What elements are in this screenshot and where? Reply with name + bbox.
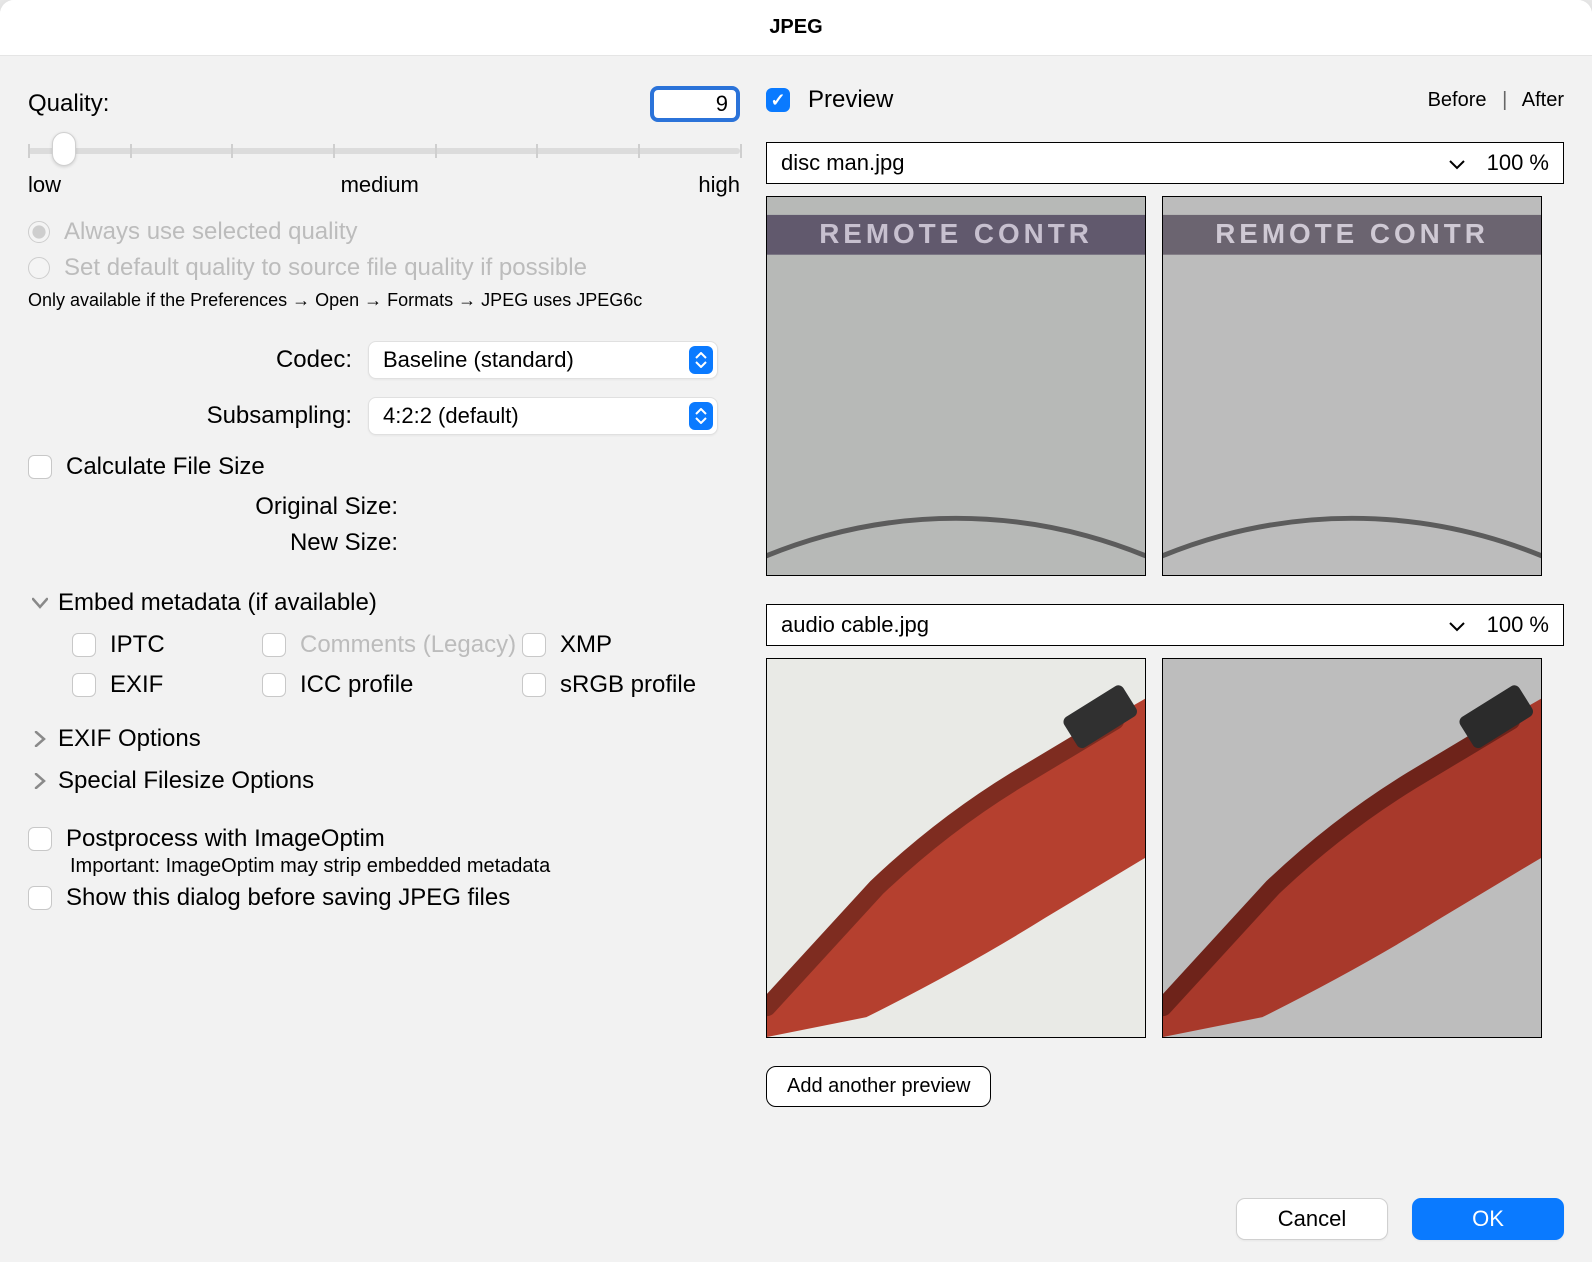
slider-medium-label: medium: [341, 172, 419, 198]
show-dialog-label: Show this dialog before saving JPEG file…: [66, 884, 510, 912]
preview-after-image[interactable]: [1162, 658, 1542, 1038]
quality-slider[interactable]: [28, 138, 740, 164]
updown-icon: [689, 346, 713, 374]
radio-default-label: Set default quality to source file quali…: [64, 254, 587, 282]
iptc-checkbox[interactable]: [72, 633, 96, 657]
exif-label: EXIF: [110, 671, 163, 699]
comments-checkbox: [262, 633, 286, 657]
subsampling-label: Subsampling:: [28, 402, 368, 430]
dialog-title: JPEG: [0, 0, 1592, 56]
svg-text:REMOTE CONTR: REMOTE CONTR: [1215, 218, 1489, 249]
add-another-preview-button[interactable]: Add another preview: [766, 1066, 991, 1107]
chevron-right-icon: [28, 731, 52, 747]
subsampling-value: 4:2:2 (default): [383, 403, 519, 429]
preview-zoom[interactable]: 100 %: [1487, 612, 1549, 638]
radio-availability-note: Only available if the Preferences → Open…: [28, 290, 740, 311]
exif-options-label: EXIF Options: [58, 725, 201, 753]
exif-checkbox[interactable]: [72, 673, 96, 697]
chevron-down-icon: [28, 597, 52, 609]
calculate-file-size-label: Calculate File Size: [66, 453, 265, 481]
xmp-label: XMP: [560, 631, 612, 659]
preview-zoom[interactable]: 100 %: [1487, 150, 1549, 176]
srgb-label: sRGB profile: [560, 671, 696, 699]
before-after-labels: Before | After: [1428, 89, 1564, 112]
quality-label: Quality:: [28, 90, 109, 118]
svg-text:REMOTE CONTR: REMOTE CONTR: [819, 218, 1093, 249]
after-label: After: [1522, 89, 1564, 111]
radio-always-selected-quality: [28, 221, 50, 243]
filesize-options-label: Special Filesize Options: [58, 767, 314, 795]
show-dialog-checkbox[interactable]: [28, 886, 52, 910]
slider-thumb[interactable]: [52, 132, 76, 166]
updown-icon: [689, 402, 713, 430]
preview-file-name[interactable]: audio cable.jpg: [781, 612, 929, 638]
cancel-button[interactable]: Cancel: [1236, 1198, 1388, 1240]
comments-label: Comments (Legacy): [300, 631, 516, 659]
calculate-file-size-checkbox[interactable]: [28, 455, 52, 479]
before-label: Before: [1428, 89, 1487, 111]
codec-select[interactable]: Baseline (standard): [368, 341, 718, 379]
icc-checkbox[interactable]: [262, 673, 286, 697]
embed-metadata-disclosure[interactable]: Embed metadata (if available): [28, 589, 740, 617]
ok-button[interactable]: OK: [1412, 1198, 1564, 1240]
slider-high-label: high: [698, 172, 740, 198]
xmp-checkbox[interactable]: [522, 633, 546, 657]
postprocess-note: Important: ImageOptim may strip embedded…: [70, 855, 740, 878]
preview-before-image[interactable]: [766, 658, 1146, 1038]
srgb-checkbox[interactable]: [522, 673, 546, 697]
new-size-label: New Size:: [28, 529, 408, 557]
preview-checkbox[interactable]: [766, 88, 790, 112]
radio-default-to-source: [28, 257, 50, 279]
filesize-options-disclosure[interactable]: Special Filesize Options: [28, 767, 740, 795]
icc-label: ICC profile: [300, 671, 413, 699]
iptc-label: IPTC: [110, 631, 165, 659]
original-size-label: Original Size:: [28, 493, 408, 521]
embed-metadata-label: Embed metadata (if available): [58, 589, 377, 617]
postprocess-label: Postprocess with ImageOptim: [66, 825, 385, 853]
quality-input[interactable]: [650, 86, 740, 122]
postprocess-checkbox[interactable]: [28, 827, 52, 851]
preview-label: Preview: [808, 86, 893, 114]
subsampling-select[interactable]: 4:2:2 (default): [368, 397, 718, 435]
preview-before-image[interactable]: REMOTE CONTR: [766, 196, 1146, 576]
dropdown-icon[interactable]: [1449, 612, 1487, 638]
exif-options-disclosure[interactable]: EXIF Options: [28, 725, 740, 753]
dropdown-icon[interactable]: [1449, 150, 1487, 176]
codec-label: Codec:: [28, 346, 368, 374]
chevron-right-icon: [28, 773, 52, 789]
codec-value: Baseline (standard): [383, 347, 574, 373]
slider-low-label: low: [28, 172, 61, 198]
preview-after-image[interactable]: REMOTE CONTR: [1162, 196, 1542, 576]
preview-file-name[interactable]: disc man.jpg: [781, 150, 905, 176]
radio-always-label: Always use selected quality: [64, 218, 357, 246]
